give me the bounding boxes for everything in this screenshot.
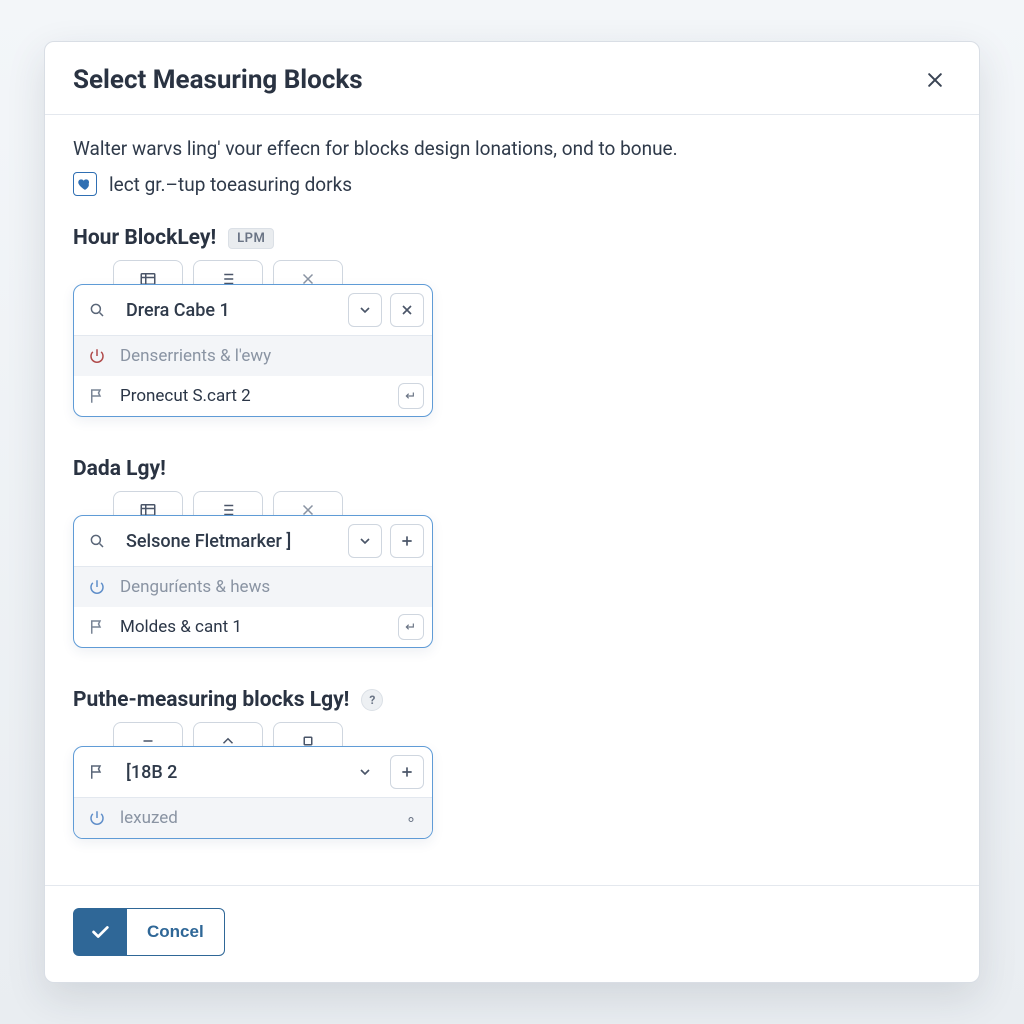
section-badge: LPM <box>228 228 274 249</box>
remove-button[interactable] <box>390 293 424 327</box>
section-title: Puthe-measuring blocks Lgy! <box>73 688 349 712</box>
picker-list: lexuzed ∘ <box>74 798 432 838</box>
block-picker: Selsone Fletmarker ] Denguríents & hews … <box>73 515 433 648</box>
list-item-label: Pronecut S.cart 2 <box>120 386 390 406</box>
search-icon <box>82 291 112 329</box>
group-option-checkbox[interactable] <box>73 172 97 196</box>
block-picker: [18B 2 lexuzed ∘ <box>73 746 433 839</box>
close-button[interactable] <box>919 64 951 96</box>
picker-selected-value[interactable]: [18B 2 <box>120 753 340 791</box>
modal-footer: Concel <box>45 885 979 982</box>
flag-icon <box>82 387 112 405</box>
power-icon <box>82 578 112 596</box>
info-icon[interactable]: ? <box>361 689 383 711</box>
add-button[interactable] <box>390 755 424 789</box>
list-item-label: Denserrients & l'ewy <box>120 346 424 366</box>
list-item[interactable]: Moldes & cant 1 <box>74 607 432 647</box>
modal-body: Walter warvs ling' vour effecn for block… <box>45 115 979 885</box>
section-head: Hour BlockLey! LPM <box>73 226 951 250</box>
close-icon <box>925 70 945 90</box>
heart-check-icon <box>77 176 93 192</box>
picker-top-row: Selsone Fletmarker ] <box>74 516 432 567</box>
chevron-down-icon <box>357 533 373 549</box>
section-hour-block: Hour BlockLey! LPM Drera Cabe 1 <box>73 226 951 417</box>
section-title: Dada Lgy! <box>73 457 166 481</box>
block-picker: Drera Cabe 1 Denserrients & l'ewy Pronec… <box>73 284 433 417</box>
cancel-button[interactable]: Concel <box>127 908 225 956</box>
picker-top-row: Drera Cabe 1 <box>74 285 432 336</box>
flag-icon <box>82 753 112 791</box>
power-icon <box>82 809 112 827</box>
picker-list: Denguríents & hews Moldes & cant 1 <box>74 567 432 647</box>
chevron-down-icon <box>357 302 373 318</box>
list-item[interactable]: lexuzed ∘ <box>74 798 432 838</box>
dropdown-toggle[interactable] <box>348 755 382 789</box>
enter-key-icon <box>398 383 424 409</box>
picker-list: Denserrients & l'ewy Pronecut S.cart 2 <box>74 336 432 416</box>
plus-icon <box>399 764 415 780</box>
power-icon <box>82 347 112 365</box>
select-measuring-blocks-modal: Select Measuring Blocks Walter warvs lin… <box>44 41 980 983</box>
section-puthe-measuring: Puthe-measuring blocks Lgy! ? [18B 2 <box>73 688 951 839</box>
section-title: Hour BlockLey! <box>73 226 216 250</box>
list-item-label: lexuzed <box>120 808 390 828</box>
modal-backdrop: Select Measuring Blocks Walter warvs lin… <box>0 0 1024 1024</box>
search-icon <box>82 522 112 560</box>
dropdown-toggle[interactable] <box>348 293 382 327</box>
picker-selected-value[interactable]: Selsone Fletmarker ] <box>120 522 340 560</box>
modal-header: Select Measuring Blocks <box>45 42 979 115</box>
dropdown-toggle[interactable] <box>348 524 382 558</box>
list-item-label: Denguríents & hews <box>120 577 424 597</box>
add-button[interactable] <box>390 524 424 558</box>
picker-top-row: [18B 2 <box>74 747 432 798</box>
picker-selected-value[interactable]: Drera Cabe 1 <box>120 291 340 329</box>
modal-title: Select Measuring Blocks <box>73 65 363 95</box>
enter-key-icon <box>398 614 424 640</box>
group-option-label: lect gr.–tup toeasuring dorks <box>109 173 352 196</box>
section-dada: Dada Lgy! Selsone Fletmarker ] <box>73 457 951 648</box>
list-item[interactable]: Pronecut S.cart 2 <box>74 376 432 416</box>
flag-icon <box>82 618 112 636</box>
list-item[interactable]: Denserrients & l'ewy <box>74 336 432 376</box>
plus-icon <box>399 533 415 549</box>
list-item-label: Moldes & cant 1 <box>120 617 390 637</box>
list-item[interactable]: Denguríents & hews <box>74 567 432 607</box>
confirm-button[interactable] <box>73 908 127 956</box>
count-icon: ∘ <box>398 805 424 831</box>
section-head: Dada Lgy! <box>73 457 951 481</box>
x-icon <box>399 302 415 318</box>
group-option-row: lect gr.–tup toeasuring dorks <box>73 172 951 196</box>
chevron-down-icon <box>357 764 373 780</box>
section-head: Puthe-measuring blocks Lgy! ? <box>73 688 951 712</box>
check-icon <box>89 921 111 943</box>
modal-intro-text: Walter warvs ling' vour effecn for block… <box>73 137 951 160</box>
